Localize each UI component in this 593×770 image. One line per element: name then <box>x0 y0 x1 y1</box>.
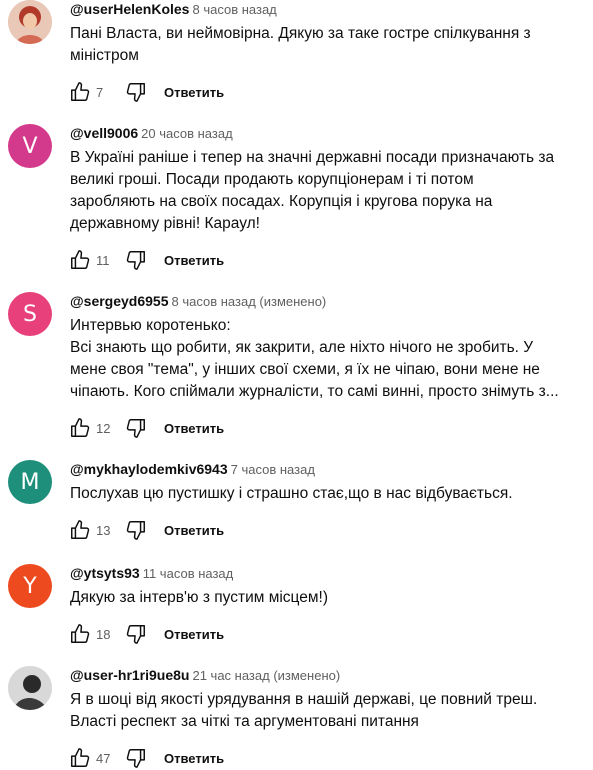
thumbs-down-icon <box>126 83 145 102</box>
like-button[interactable] <box>66 746 94 770</box>
like-button[interactable] <box>66 518 94 542</box>
comment-actions: 11 Ответить <box>66 248 585 272</box>
comment-text-line: Послухав цю пустишку і страшно стає,що в… <box>70 485 513 502</box>
thumbs-down-icon <box>126 251 145 270</box>
user-photo-icon <box>8 666 52 710</box>
comment-text: Интервью коротенько: Всі знають що робит… <box>70 315 585 403</box>
comment-author[interactable]: @ytsyts93 <box>70 565 140 581</box>
user-photo-icon <box>8 0 52 44</box>
comment-text-line: Я в шоці від якості урядування в нашій д… <box>70 691 538 708</box>
comment-text-line: великі гроші. Посади продають корупціоне… <box>70 171 474 188</box>
thumbs-up-icon <box>71 520 90 539</box>
comment-body: @vell9006 20 часов назад В Україні раніше… <box>70 124 585 272</box>
comment-body: @ytsyts93 11 часов назад Дякую за інтерв'… <box>70 564 585 646</box>
like-button[interactable] <box>66 80 94 104</box>
comment-header: @ytsyts93 11 часов назад <box>70 564 585 582</box>
avatar[interactable]: M <box>8 460 52 504</box>
like-count: 18 <box>96 626 111 642</box>
comment-text-line: Власті респект за чіткі та аргументовані… <box>70 713 419 730</box>
like-count: 47 <box>96 750 111 766</box>
comment-actions: 7 Ответить <box>66 80 585 104</box>
comment-text-line: Всі знають що робити, як закрити, але ні… <box>70 339 534 356</box>
comment-header: @mykhaylodemkiv6943 7 часов назад <box>70 460 585 478</box>
reply-button[interactable]: Ответить <box>164 627 224 642</box>
comment-text: Пані Власта, ви неймовірна. Дякую за так… <box>70 23 585 67</box>
comment-time[interactable]: 21 час назад (изменено) <box>192 668 340 683</box>
comment-header: @sergeyd6955 8 часов назад (изменено) <box>70 292 585 310</box>
comment-text-line: Интервью коротенько: <box>70 317 231 334</box>
like-button[interactable] <box>66 416 94 440</box>
comment-author[interactable]: @mykhaylodemkiv6943 <box>70 461 228 477</box>
comment-text: Я в шоці від якості урядування в нашій д… <box>70 689 585 733</box>
dislike-button[interactable] <box>122 248 150 272</box>
comment-header: @userHelenKoles 8 часов назад <box>70 0 585 18</box>
comment-author[interactable]: @userHelenKoles <box>70 1 189 17</box>
comment-header: @user-hr1ri9ue8u 21 час назад (изменено) <box>70 666 585 684</box>
comment-text-line: державному рівні! Караул! <box>70 215 260 232</box>
dislike-button[interactable] <box>122 416 150 440</box>
comment-text-line: Дякую за інтерв'ю з пустим місцем!) <box>70 589 329 606</box>
avatar[interactable] <box>8 666 52 710</box>
comment-text-line: В Україні раніше і тепер на значні держа… <box>70 149 555 166</box>
comment-text: В Україні раніше і тепер на значні держа… <box>70 147 585 235</box>
thumbs-up-icon <box>71 748 90 767</box>
comment-text-line: мене своя "тема", у інших свої схеми, я … <box>70 361 540 378</box>
thumbs-up-icon <box>71 418 90 437</box>
comment-author[interactable]: @sergeyd6955 <box>70 293 169 309</box>
avatar[interactable]: Y <box>8 564 52 608</box>
comment-text-line: Пані Власта, ви неймовірна. Дякую за так… <box>70 25 531 42</box>
avatar-letter: M <box>20 469 40 495</box>
dislike-button[interactable] <box>122 518 150 542</box>
comment-time[interactable]: 20 часов назад <box>141 126 233 141</box>
comment-actions: 47 Ответить <box>66 746 585 770</box>
avatar-letter: Y <box>23 573 37 599</box>
comment-text: Послухав цю пустишку і страшно стає,що в… <box>70 483 585 505</box>
comment-time[interactable]: 8 часов назад <box>192 2 276 17</box>
comment-body: @userHelenKoles 8 часов назад Пані Власта… <box>70 0 585 104</box>
like-count: 13 <box>96 522 111 538</box>
avatar-letter: S <box>23 301 37 327</box>
comment-text-line: заробляють на своїх посадах. Корупція і … <box>70 193 493 210</box>
reply-button[interactable]: Ответить <box>164 253 224 268</box>
avatar[interactable]: S <box>8 292 52 336</box>
comment-time[interactable]: 11 часов назад <box>143 566 234 581</box>
comment-time[interactable]: 7 часов назад <box>231 462 315 477</box>
comment-body: @user-hr1ri9ue8u 21 час назад (изменено) … <box>70 666 585 770</box>
like-count: 11 <box>96 252 110 268</box>
dislike-button[interactable] <box>122 746 150 770</box>
thumbs-up-icon <box>71 624 90 643</box>
comment-author[interactable]: @vell9006 <box>70 125 138 141</box>
dislike-button[interactable] <box>122 622 150 646</box>
thumbs-down-icon <box>126 419 145 438</box>
like-count: 12 <box>96 420 111 436</box>
reply-button[interactable]: Ответить <box>164 85 224 100</box>
comment-header: @vell9006 20 часов назад <box>70 124 585 142</box>
comment-actions: 12 Ответить <box>66 416 585 440</box>
comment-actions: 13 Ответить <box>66 518 585 542</box>
reply-button[interactable]: Ответить <box>164 751 224 766</box>
comment-actions: 18 Ответить <box>66 622 585 646</box>
like-count: 7 <box>96 84 104 100</box>
comment-time[interactable]: 8 часов назад (изменено) <box>172 294 327 309</box>
comment-body: @sergeyd6955 8 часов назад (изменено) Инт… <box>70 292 585 440</box>
comment-author[interactable]: @user-hr1ri9ue8u <box>70 667 189 683</box>
like-button[interactable] <box>66 622 94 646</box>
comment-text: Дякую за інтерв'ю з пустим місцем!) <box>70 587 585 609</box>
thumbs-down-icon <box>126 625 145 644</box>
like-button[interactable] <box>66 248 94 272</box>
comment-text-line: чіпають. Кого спіймали журналісти, то са… <box>70 383 559 400</box>
comment-text-line: міністром <box>70 47 139 64</box>
dislike-button[interactable] <box>122 80 150 104</box>
reply-button[interactable]: Ответить <box>164 523 224 538</box>
reply-button[interactable]: Ответить <box>164 421 224 436</box>
avatar[interactable]: V <box>8 124 52 168</box>
thumbs-down-icon <box>126 521 145 540</box>
thumbs-down-icon <box>126 749 145 768</box>
thumbs-up-icon <box>71 82 90 101</box>
comments-list: @userHelenKoles 8 часов назад Пані Власта… <box>0 0 593 770</box>
avatar-letter: V <box>22 133 38 159</box>
thumbs-up-icon <box>71 250 90 269</box>
avatar[interactable] <box>8 0 52 44</box>
comment-body: @mykhaylodemkiv6943 7 часов назад Послуха… <box>70 460 585 542</box>
